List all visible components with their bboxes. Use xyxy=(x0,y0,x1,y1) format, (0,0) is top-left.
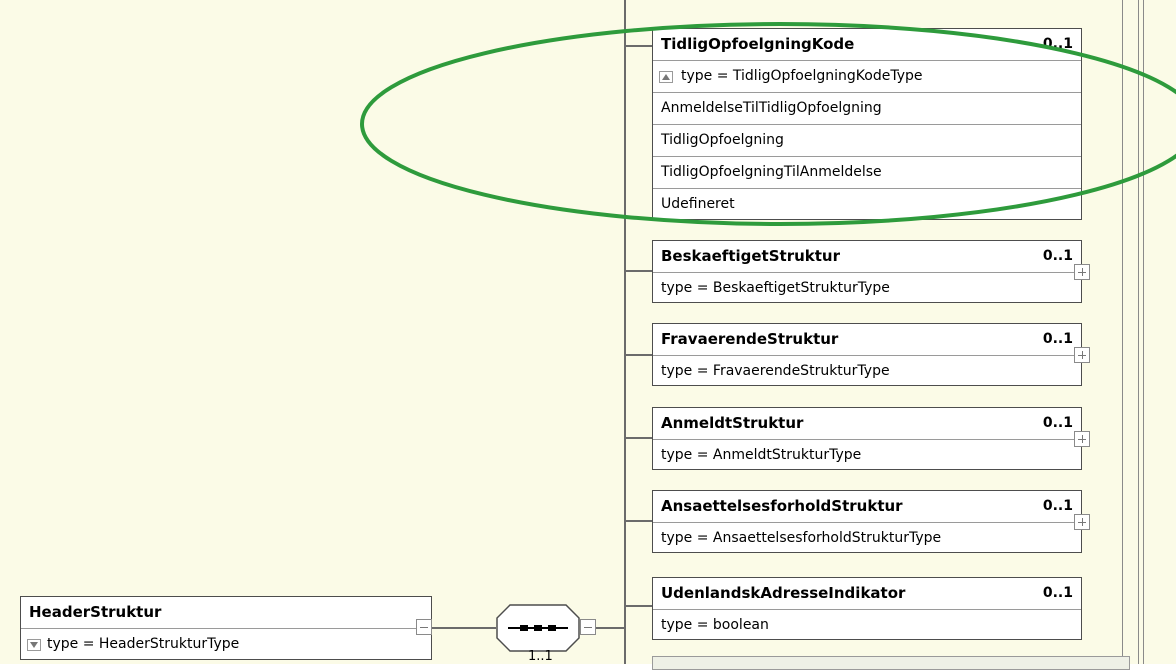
type-row: type = FravaerendeStrukturType xyxy=(653,355,1081,387)
type-row: type = TidligOpfoelgningKodeType xyxy=(653,60,1081,92)
connector-sequence-to-children xyxy=(596,627,624,629)
sequence-compositor-icon xyxy=(496,604,580,652)
connector-to-fravaerende xyxy=(624,354,652,356)
connector-to-ansaettelse xyxy=(624,520,652,522)
element-name: HeaderStruktur xyxy=(29,603,162,621)
type-label: type = AnsaettelsesforholdStrukturType xyxy=(661,530,942,546)
sequence-compositor[interactable] xyxy=(496,604,580,652)
type-row: type = BeskaeftigetStrukturType xyxy=(653,272,1081,304)
element-header: AnsaettelsesforholdStruktur 0..1 xyxy=(653,491,1081,522)
type-row: type = HeaderStrukturType xyxy=(21,628,431,660)
element-name: AnmeldtStruktur xyxy=(661,414,804,432)
type-label: type = TidligOpfoelgningKodeType xyxy=(681,68,923,84)
type-label: type = BeskaeftigetStrukturType xyxy=(661,280,890,296)
element-header: AnmeldtStruktur 0..1 xyxy=(653,408,1081,439)
collapse-minus-icon[interactable] xyxy=(580,619,596,635)
expand-triangle-icon[interactable] xyxy=(27,639,41,651)
element-header: BeskaeftigetStruktur 0..1 xyxy=(653,241,1081,272)
connector-to-udenlandsk xyxy=(624,605,652,607)
element-header: TidligOpfoelgningKode 0..1 xyxy=(653,29,1081,60)
multiplicity-label: 0..1 xyxy=(1042,415,1073,431)
type-row: type = AnmeldtStrukturType xyxy=(653,439,1081,471)
multiplicity-label: 0..1 xyxy=(1042,331,1073,347)
multiplicity-label: 0..1 xyxy=(1042,36,1073,52)
type-label: type = FravaerendeStrukturType xyxy=(661,363,890,379)
element-name: BeskaeftigetStruktur xyxy=(661,247,840,265)
connector-to-anmeldt xyxy=(624,437,652,439)
element-name: TidligOpfoelgningKode xyxy=(661,35,855,53)
multiplicity-label: 0..1 xyxy=(1042,248,1073,264)
partial-element-box xyxy=(652,656,1130,670)
element-name: AnsaettelsesforholdStruktur xyxy=(661,497,903,515)
multiplicity-label: 0..1 xyxy=(1042,585,1073,601)
type-label: type = boolean xyxy=(661,617,769,633)
element-header: HeaderStruktur xyxy=(21,597,431,628)
expand-plus-icon[interactable] xyxy=(1074,264,1090,280)
element-fravaerendestruktur[interactable]: FravaerendeStruktur 0..1 type = Fravaere… xyxy=(652,323,1082,386)
collapse-minus-icon[interactable] xyxy=(416,619,432,635)
enum-row: TidligOpfoelgningTilAnmeldelse xyxy=(653,156,1081,188)
enum-row: Udefineret xyxy=(653,188,1081,220)
expand-plus-icon[interactable] xyxy=(1074,347,1090,363)
connector-to-beskaeftiget xyxy=(624,270,652,272)
element-name: UdenlandskAdresseIndikator xyxy=(661,584,906,602)
element-anmeldtstruktur[interactable]: AnmeldtStruktur 0..1 type = AnmeldtStruk… xyxy=(652,407,1082,470)
element-udenlandskadresseindikator[interactable]: UdenlandskAdresseIndikator 0..1 type = b… xyxy=(652,577,1082,640)
type-label: type = AnmeldtStrukturType xyxy=(661,447,862,463)
element-header: FravaerendeStruktur 0..1 xyxy=(653,324,1081,355)
collapse-triangle-icon[interactable] xyxy=(659,71,673,83)
connector-header-to-sequence xyxy=(432,627,496,629)
sequence-vertical-connector xyxy=(624,0,626,664)
type-row: type = boolean xyxy=(653,609,1081,641)
enum-row: TidligOpfoelgning xyxy=(653,124,1081,156)
element-headerstruktur[interactable]: HeaderStruktur type = HeaderStrukturType xyxy=(20,596,432,660)
sequence-cardinality: 1..1 xyxy=(528,649,553,664)
expand-plus-icon[interactable] xyxy=(1074,514,1090,530)
element-ansaettelsesforholdstruktur[interactable]: AnsaettelsesforholdStruktur 0..1 type = … xyxy=(652,490,1082,553)
element-beskaeftigetstruktur[interactable]: BeskaeftigetStruktur 0..1 type = Beskaef… xyxy=(652,240,1082,303)
diagram-canvas: TidligOpfoelgningKode 0..1 type = Tidlig… xyxy=(0,0,1176,670)
expand-plus-icon[interactable] xyxy=(1074,431,1090,447)
type-label: type = HeaderStrukturType xyxy=(47,636,240,652)
element-name: FravaerendeStruktur xyxy=(661,330,839,348)
element-tidligopfoelgningkode[interactable]: TidligOpfoelgningKode 0..1 type = Tidlig… xyxy=(652,28,1082,220)
multiplicity-label: 0..1 xyxy=(1042,498,1073,514)
type-row: type = AnsaettelsesforholdStrukturType xyxy=(653,522,1081,554)
connector-to-tidlig xyxy=(624,45,652,47)
element-header: UdenlandskAdresseIndikator 0..1 xyxy=(653,578,1081,609)
enum-row: AnmeldelseTilTidligOpfoelgning xyxy=(653,92,1081,124)
